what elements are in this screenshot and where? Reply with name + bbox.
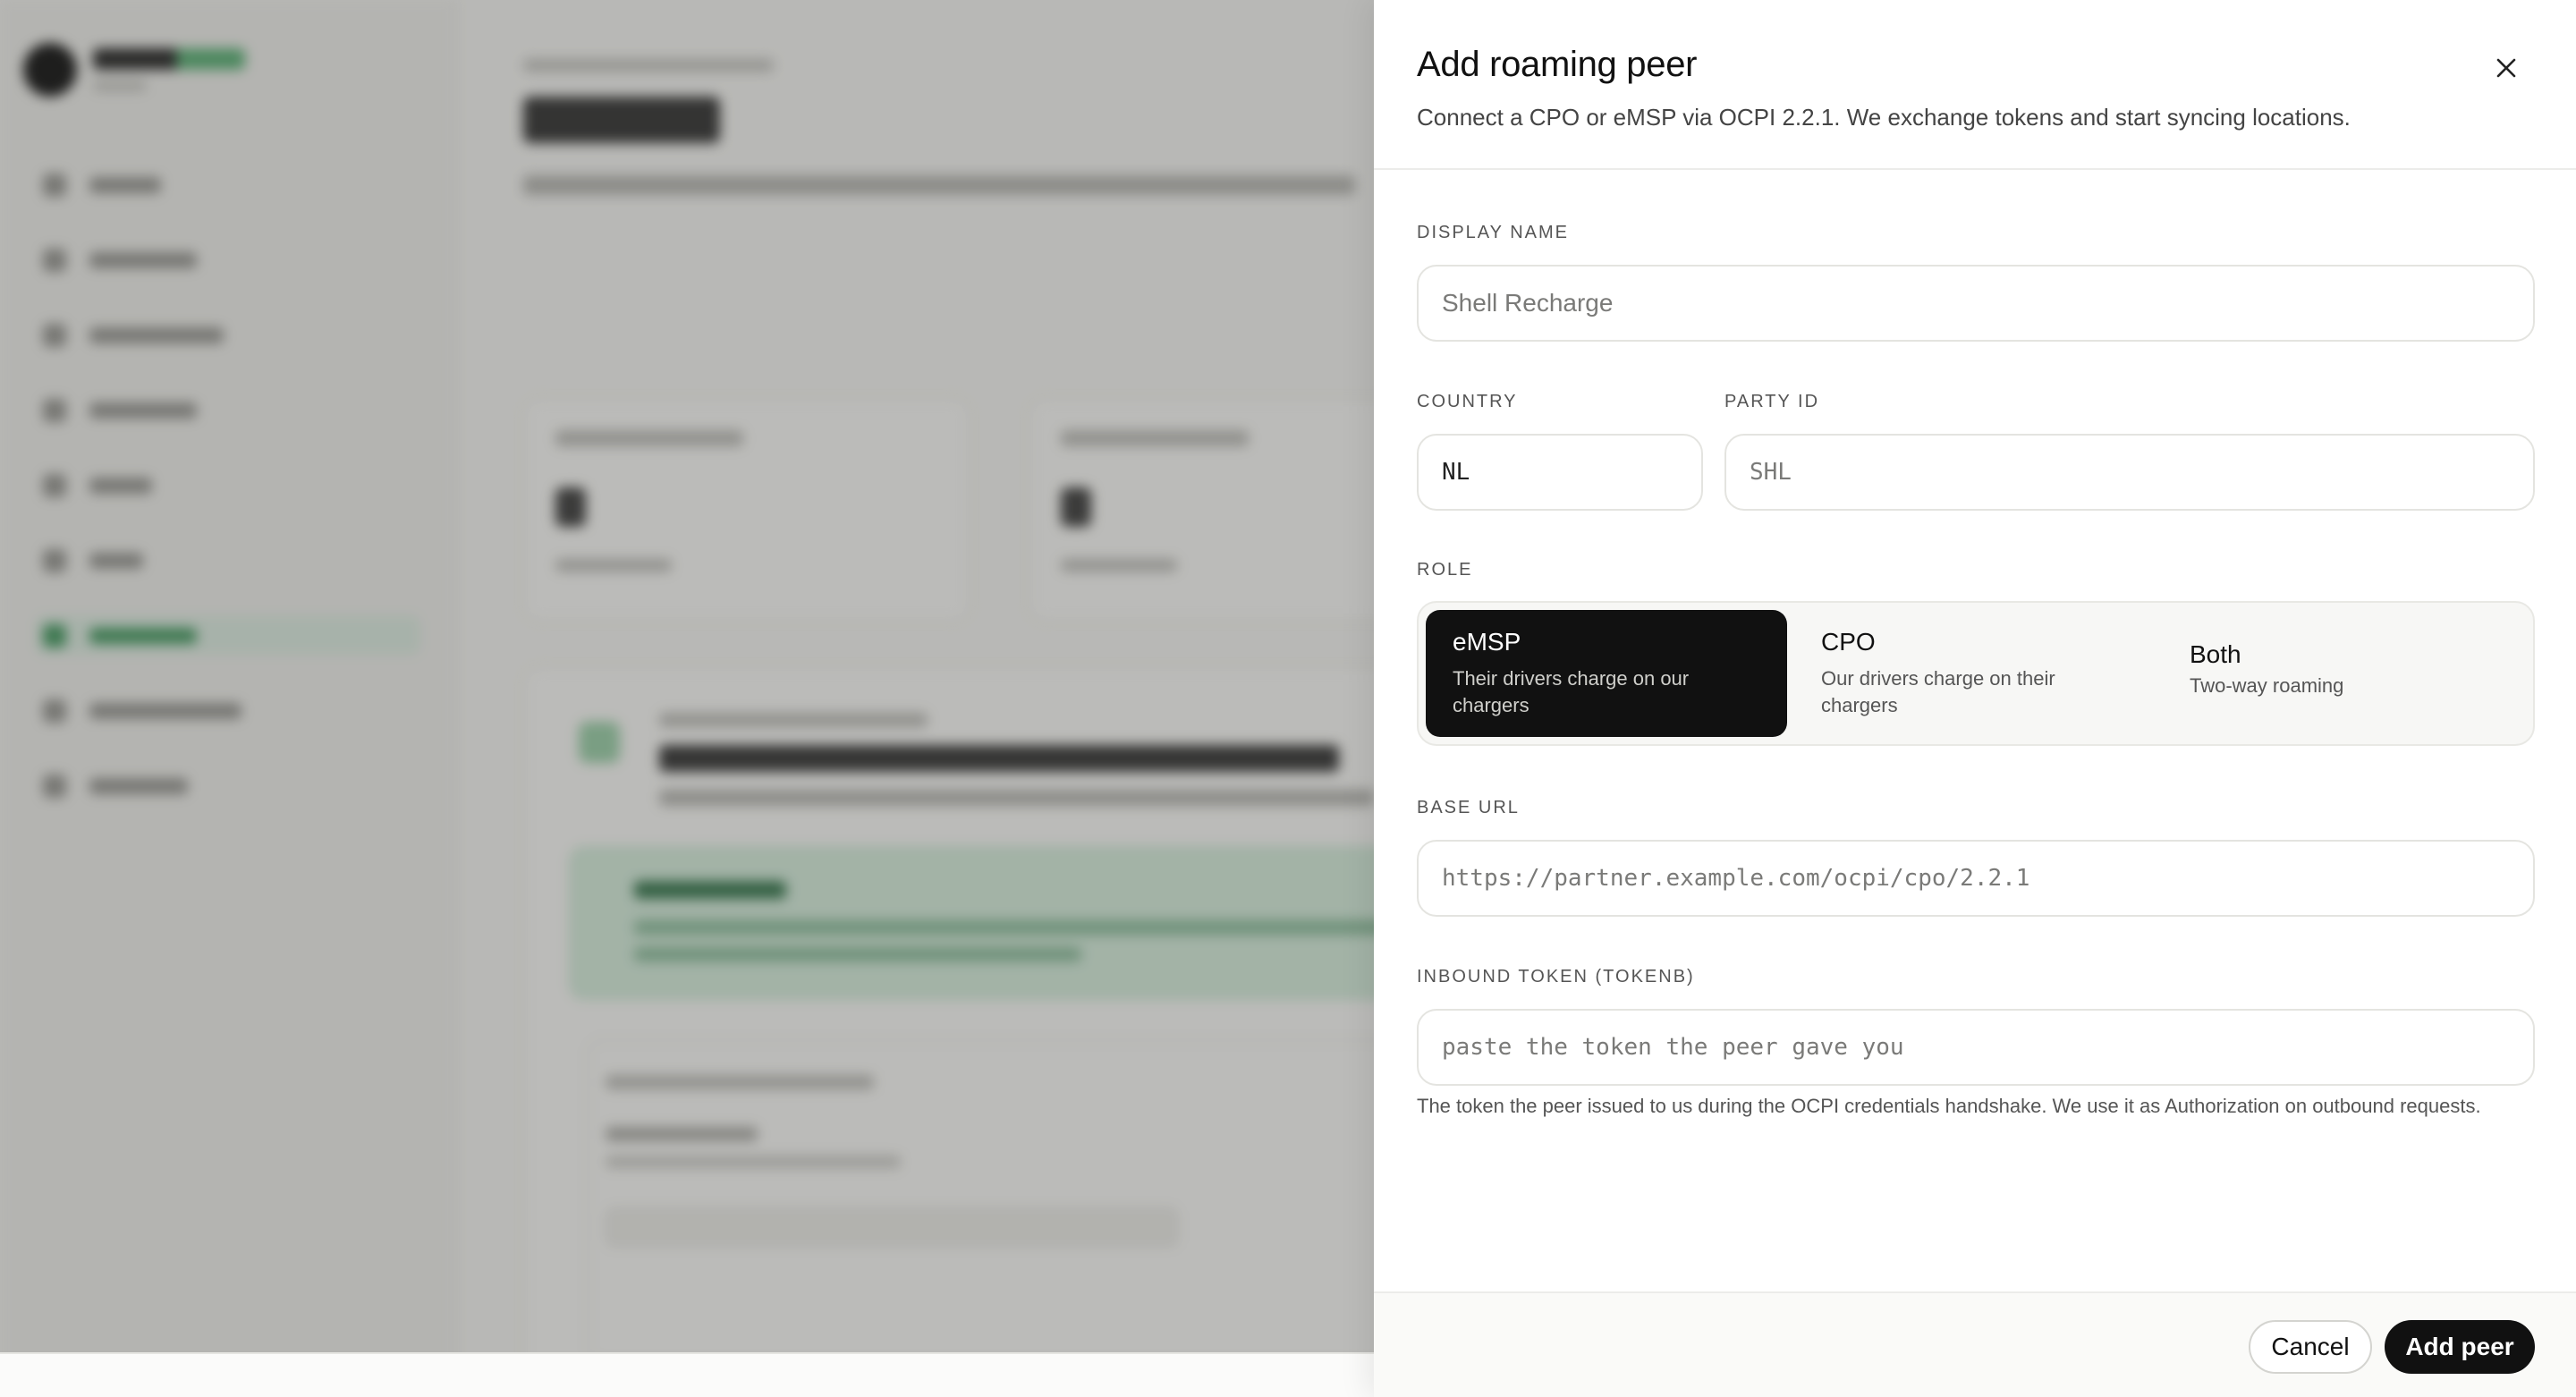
inbound-token-input[interactable] — [1442, 1011, 2510, 1084]
add-peer-button[interactable]: Add peer — [2385, 1320, 2535, 1374]
base-url-input[interactable] — [1442, 842, 2510, 915]
display-name-field[interactable] — [1417, 265, 2535, 342]
country-label: COUNTRY — [1417, 392, 1518, 411]
role-segmented-control: eMSP Their drivers charge on our charger… — [1417, 601, 2535, 746]
role-option-name: Both — [2190, 640, 2241, 668]
dialog-header: Add roaming peer Connect a CPO or eMSP v… — [1374, 0, 2576, 170]
country-input[interactable] — [1442, 436, 1678, 509]
party-id-label: PARTY ID — [1724, 392, 1820, 411]
close-button[interactable] — [2483, 45, 2529, 91]
display-name-input[interactable] — [1442, 267, 2510, 340]
role-option-desc: Their drivers charge on our chargers — [1453, 667, 1690, 716]
role-option-desc: Our drivers charge on their chargers — [1821, 667, 2055, 716]
role-option-name: CPO — [1821, 628, 1876, 656]
role-option-cpo[interactable]: CPO Our drivers charge on their chargers — [1794, 610, 2156, 737]
role-label: ROLE — [1417, 560, 1473, 580]
party-id-input[interactable] — [1750, 436, 2510, 509]
modal-backdrop[interactable] — [0, 0, 1377, 1397]
display-name-label: DISPLAY NAME — [1417, 223, 1569, 242]
role-option-desc: Two-way roaming — [2190, 674, 2344, 697]
cancel-button[interactable]: Cancel — [2249, 1320, 2372, 1374]
background-app — [0, 0, 1377, 1397]
base-url-label: BASE URL — [1417, 798, 1520, 817]
inbound-token-label: INBOUND TOKEN (TOKENB) — [1417, 967, 1695, 986]
base-url-field[interactable] — [1417, 840, 2535, 917]
inbound-token-field[interactable] — [1417, 1009, 2535, 1086]
role-option-both[interactable]: Both Two-way roaming — [2163, 610, 2524, 737]
add-roaming-peer-dialog: Add roaming peer Connect a CPO or eMSP v… — [1374, 0, 2576, 1397]
role-option-emsp[interactable]: eMSP Their drivers charge on our charger… — [1426, 610, 1787, 737]
role-option-name: eMSP — [1453, 628, 1521, 656]
country-field[interactable] — [1417, 434, 1703, 511]
dialog-footer: Cancel Add peer — [1374, 1291, 2576, 1397]
party-id-field[interactable] — [1724, 434, 2535, 511]
inbound-token-help-text: The token the peer issued to us during t… — [1417, 1095, 2481, 1117]
dialog-title: Add roaming peer — [1417, 45, 1698, 84]
dialog-subtitle: Connect a CPO or eMSP via OCPI 2.2.1. We… — [1417, 104, 2351, 131]
close-icon — [2496, 58, 2516, 78]
